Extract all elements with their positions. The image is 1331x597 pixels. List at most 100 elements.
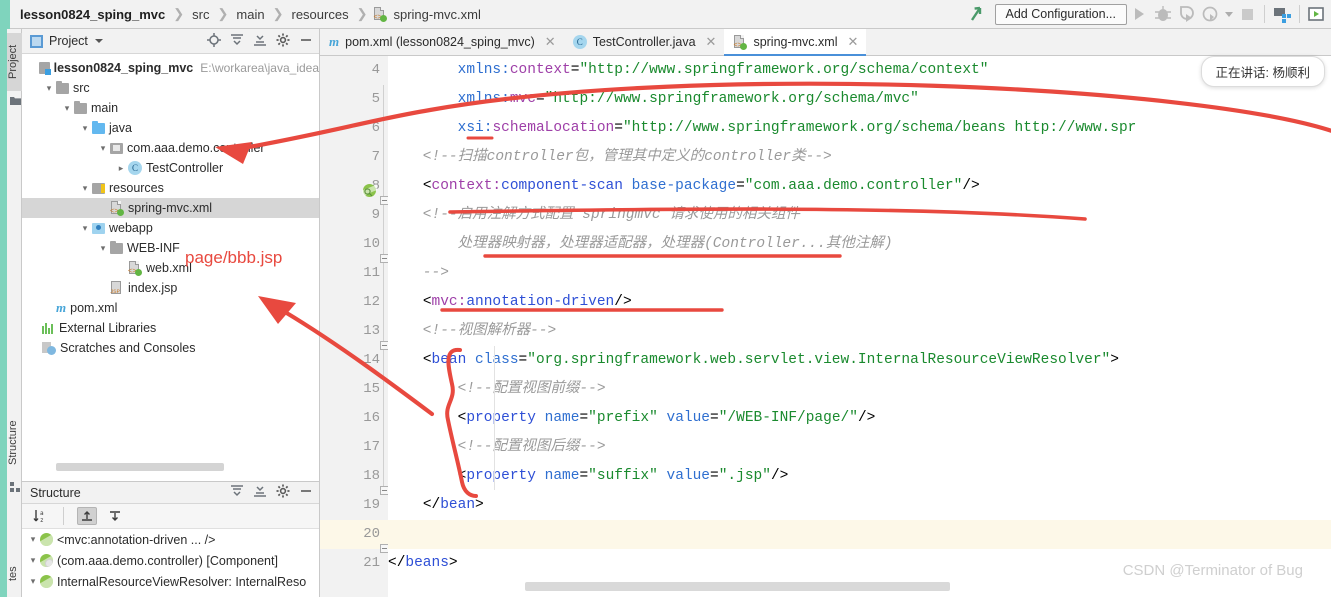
- tree-twisty[interactable]: ▾: [78, 223, 92, 234]
- sidebar-item-favorites[interactable]: tes: [7, 559, 22, 589]
- tree-row-package[interactable]: ▾ com.aaa.demo.controller: [22, 138, 319, 158]
- tree-row-external-libraries[interactable]: External Libraries: [22, 318, 319, 338]
- tree-twisty[interactable]: ▾: [78, 183, 92, 194]
- tree-twisty[interactable]: ▸: [114, 163, 128, 174]
- tree-row-module[interactable]: lesson0824_sping_mvc E:\workarea\java_id…: [22, 58, 319, 78]
- expand-all-icon[interactable]: [230, 33, 244, 50]
- scroll-to-source-icon[interactable]: [105, 507, 125, 525]
- editor-fold-column[interactable]: [380, 56, 389, 597]
- breadcrumb-item-project[interactable]: lesson0824_sping_mvc: [18, 7, 167, 22]
- tree-twisty[interactable]: ▾: [26, 534, 40, 545]
- collapse-all-icon[interactable]: [253, 33, 267, 50]
- line-number: 6: [371, 120, 380, 136]
- tree-row-main[interactable]: ▾ main: [22, 98, 319, 118]
- close-icon[interactable]: ✕: [847, 34, 858, 50]
- project-tool-window: Project lesson0824_sping_mvc E:\workarea…: [22, 29, 320, 481]
- run-with-coverage-icon[interactable]: [1175, 3, 1199, 25]
- hide-icon[interactable]: [299, 484, 313, 501]
- breadcrumb-item-src[interactable]: src: [190, 7, 211, 22]
- editor-gutter[interactable]: 4 5 6 7 8 9 10 11 12 13 14 15 16 17 18 1…: [320, 56, 388, 597]
- code-line-20: [388, 520, 1331, 549]
- structure-panel-toolbar: az: [22, 504, 319, 529]
- tree-row-pom-xml[interactable]: m pom.xml: [22, 298, 319, 318]
- profile-icon[interactable]: [1199, 3, 1223, 25]
- editor-horizontal-scrollbar[interactable]: [525, 582, 950, 591]
- line-number: 7: [371, 149, 380, 165]
- tree-row-spring-mvc-xml[interactable]: <> spring-mvc.xml: [22, 198, 319, 218]
- tree-twisty[interactable]: ▾: [96, 143, 110, 154]
- tree-twisty[interactable]: ▾: [78, 123, 92, 134]
- tree-row-java[interactable]: ▾ java: [22, 118, 319, 138]
- line-number: 14: [363, 352, 380, 368]
- stop-icon[interactable]: [1235, 3, 1259, 25]
- chevron-down-icon[interactable]: [1223, 3, 1235, 25]
- breadcrumb-item-main[interactable]: main: [234, 7, 266, 22]
- tab-spring-mvc-xml[interactable]: <> spring-mvc.xml ✕: [724, 29, 867, 56]
- tab-testcontroller-java[interactable]: C TestController.java ✕: [564, 29, 725, 55]
- structure-panel-title: Structure: [30, 485, 81, 500]
- collapse-all-icon[interactable]: [253, 484, 267, 501]
- tree-twisty[interactable]: ▾: [26, 555, 40, 566]
- add-configuration-button[interactable]: Add Configuration...: [994, 3, 1127, 25]
- project-horizontal-scrollbar[interactable]: [56, 463, 224, 471]
- xml-file-icon: <>: [128, 260, 142, 276]
- preview-icon[interactable]: [1305, 3, 1329, 25]
- project-view-icon: [30, 34, 43, 48]
- tree-row-scratches[interactable]: Scratches and Consoles: [22, 338, 319, 358]
- tree-label: main: [91, 101, 119, 115]
- line-number: 10: [363, 236, 380, 252]
- folder-icon: [56, 80, 69, 94]
- close-icon[interactable]: ✕: [706, 34, 717, 50]
- expand-all-icon[interactable]: [230, 484, 244, 501]
- tree-row-resources[interactable]: ▾ resources: [22, 178, 319, 198]
- gear-icon[interactable]: [276, 33, 290, 50]
- code-text-area[interactable]: xmlns:context="http://www.springframewor…: [388, 56, 1331, 597]
- tree-row-web-inf[interactable]: ▾ WEB-INF: [22, 238, 319, 258]
- line-number: 18: [363, 468, 380, 484]
- code-line-5: xmlns:mvc="http://www.springframework.or…: [457, 91, 919, 107]
- indent-guide: [494, 346, 495, 490]
- run-icon[interactable]: [1127, 3, 1151, 25]
- sort-alphabetically-icon[interactable]: az: [30, 507, 50, 525]
- tree-row-src[interactable]: ▾ src: [22, 78, 319, 98]
- class-icon: C: [572, 35, 587, 49]
- tree-twisty[interactable]: ▾: [42, 83, 56, 94]
- tree-twisty[interactable]: ▾: [96, 243, 110, 254]
- breadcrumb-item-file[interactable]: spring-mvc.xml: [391, 7, 482, 22]
- update-project-icon[interactable]: [967, 3, 987, 25]
- debug-icon[interactable]: [1151, 3, 1175, 25]
- gear-icon[interactable]: [276, 484, 290, 501]
- breadcrumb-separator: ❯: [173, 6, 185, 21]
- code-line-15: <!--配置视图前缀-->: [388, 381, 606, 397]
- bean-component-icon: [40, 554, 53, 567]
- hide-icon[interactable]: [299, 33, 313, 50]
- scroll-from-source-icon[interactable]: [77, 507, 97, 525]
- tree-row-class[interactable]: ▸ C TestController: [22, 158, 319, 178]
- tree-twisty[interactable]: ▾: [26, 576, 40, 587]
- ide-window: lesson0824_sping_mvc ❯ src ❯ main ❯ reso…: [0, 0, 1331, 597]
- structure-row[interactable]: ▾ (com.aaa.demo.controller) [Component]: [22, 550, 319, 571]
- tree-twisty[interactable]: ▾: [60, 103, 74, 114]
- close-icon[interactable]: ✕: [545, 34, 556, 50]
- structure-panel-header: Structure: [22, 482, 319, 504]
- search-everywhere-icon[interactable]: [1270, 3, 1294, 25]
- chevron-down-icon[interactable]: [94, 39, 103, 43]
- structure-row[interactable]: ▾ InternalResourceViewResolver: Internal…: [22, 571, 319, 592]
- tab-pom-xml[interactable]: m pom.xml (lesson0824_sping_mvc) ✕: [320, 29, 564, 55]
- tree-row-index-jsp[interactable]: JSP index.jsp: [22, 278, 319, 298]
- line-number: 12: [363, 294, 380, 310]
- tree-row-web-xml[interactable]: <> web.xml: [22, 258, 319, 278]
- bean-gutter-icon[interactable]: [361, 183, 378, 201]
- sidebar-item-structure[interactable]: Structure: [7, 411, 22, 475]
- structure-tree: ▾ <mvc:annotation-driven ... /> ▾ (com.a…: [22, 529, 319, 592]
- code-line-4: xmlns:context="http://www.springframewor…: [457, 62, 989, 78]
- tab-label: pom.xml (lesson0824_sping_mvc): [345, 35, 535, 49]
- sidebar-item-project[interactable]: Project: [7, 33, 22, 91]
- breadcrumb-item-resources[interactable]: resources: [290, 7, 351, 22]
- breadcrumb-separator: ❯: [217, 6, 229, 21]
- line-number: 19: [363, 497, 380, 513]
- toolbar-divider: [63, 507, 64, 525]
- tree-row-webapp[interactable]: ▾ webapp: [22, 218, 319, 238]
- locate-icon[interactable]: [207, 32, 221, 50]
- structure-row[interactable]: ▾ <mvc:annotation-driven ... />: [22, 529, 319, 550]
